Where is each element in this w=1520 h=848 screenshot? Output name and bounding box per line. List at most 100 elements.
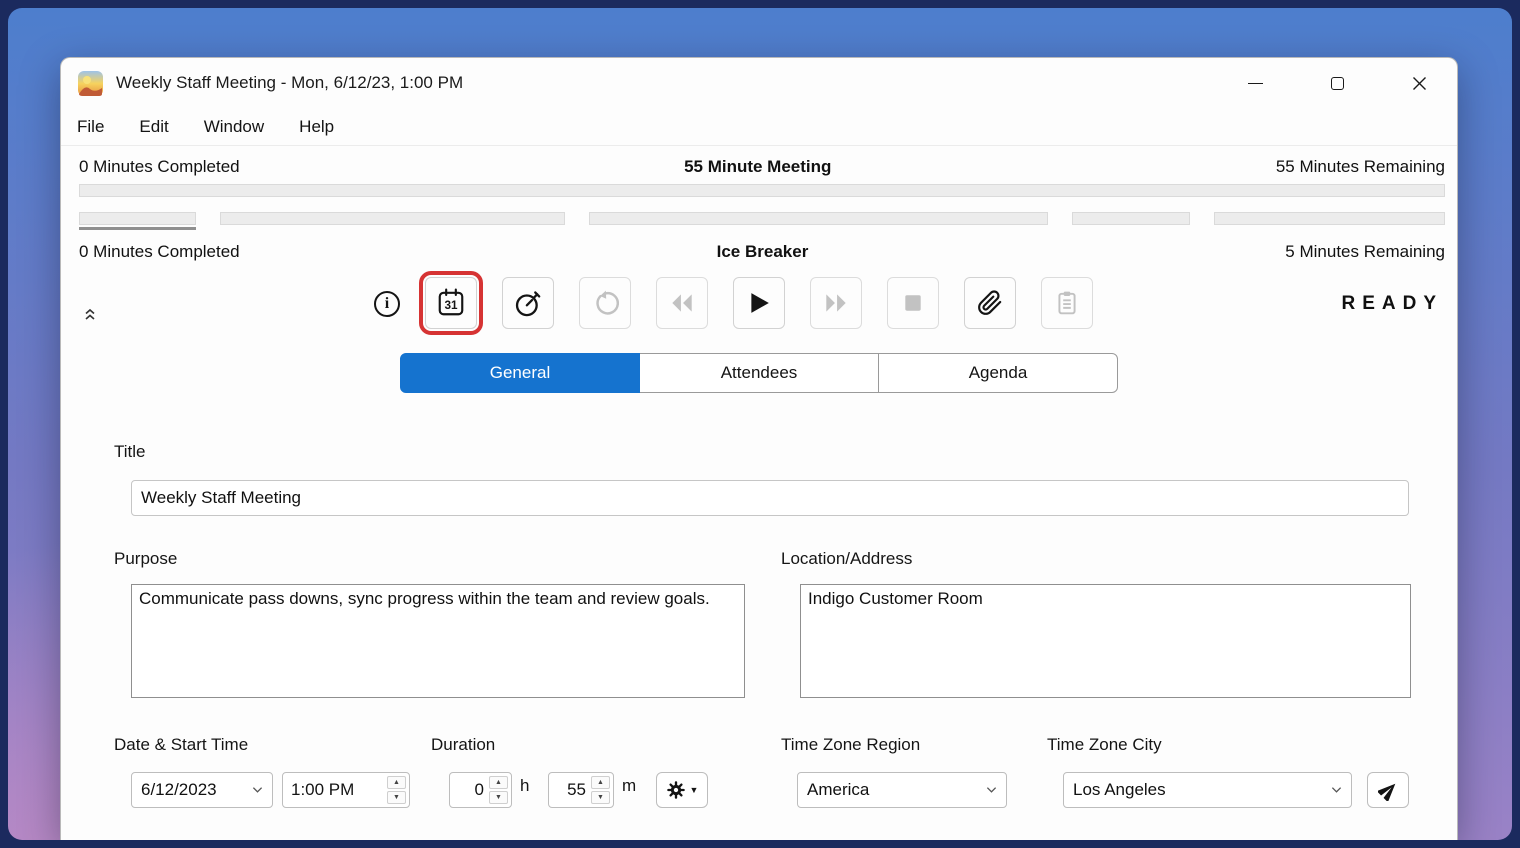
close-icon xyxy=(1411,75,1428,92)
paperclip-icon xyxy=(977,290,1003,316)
status-badge: READY xyxy=(1341,293,1443,315)
play-button[interactable] xyxy=(733,277,785,329)
meeting-title-label: 55 Minute Meeting xyxy=(240,156,1276,178)
minutes-up-button[interactable]: ▲ xyxy=(591,776,610,789)
duration-settings-button[interactable]: ▼ xyxy=(656,772,708,808)
minutes-down-button[interactable]: ▼ xyxy=(591,791,610,804)
section-remaining-label: 5 Minutes Remaining xyxy=(1285,241,1445,263)
reset-button[interactable] xyxy=(579,277,631,329)
duration-minutes-spinner[interactable]: ▲ ▼ xyxy=(548,772,614,808)
caret-down-icon: ▼ xyxy=(690,785,699,795)
tz-city-select[interactable]: Los Angeles xyxy=(1063,772,1352,808)
rewind-button[interactable] xyxy=(656,277,708,329)
general-form: Title Purpose Communicate pass downs, sy… xyxy=(61,394,1457,840)
chevron-down-icon xyxy=(252,786,263,794)
hours-unit-label: h xyxy=(520,776,529,796)
window-title: Weekly Staff Meeting - Mon, 6/12/23, 1:0… xyxy=(116,73,463,93)
info-button[interactable]: i xyxy=(374,291,400,317)
duration-minutes-input[interactable] xyxy=(549,773,589,807)
info-icon: i xyxy=(385,295,389,313)
progress-segment xyxy=(1072,212,1190,225)
rewind-icon xyxy=(668,292,696,314)
maximize-icon xyxy=(1331,77,1344,90)
purpose-textarea[interactable]: Communicate pass downs, sync progress wi… xyxy=(131,584,745,698)
duration-hours-input[interactable] xyxy=(450,773,487,807)
menu-file[interactable]: File xyxy=(73,115,108,139)
date-select[interactable]: 6/12/2023 xyxy=(131,772,273,808)
maximize-button[interactable] xyxy=(1315,66,1359,100)
overall-progress-labels: 0 Minutes Completed 55 Minute Meeting 55… xyxy=(79,156,1445,178)
date-value: 6/12/2023 xyxy=(141,780,252,800)
time-spinner[interactable]: 1:00 PM ▲ ▼ xyxy=(282,772,410,808)
stopwatch-icon xyxy=(513,288,543,318)
time-value: 1:00 PM xyxy=(283,773,385,807)
tz-region-value: America xyxy=(807,780,986,800)
caret-up-icon: ▲ xyxy=(495,779,502,786)
duration-hours-spinner[interactable]: ▲ ▼ xyxy=(449,772,512,808)
progress-area: 0 Minutes Completed 55 Minute Meeting 55… xyxy=(61,146,1457,263)
time-up-button[interactable]: ▲ xyxy=(387,776,406,789)
tab-general[interactable]: General xyxy=(400,353,640,393)
section-completed-label: 0 Minutes Completed xyxy=(79,241,240,263)
hours-down-button[interactable]: ▼ xyxy=(489,791,508,804)
location-label: Location/Address xyxy=(781,549,912,569)
app-icon xyxy=(77,70,104,97)
caret-down-icon: ▼ xyxy=(597,794,604,801)
minimize-icon xyxy=(1248,83,1263,84)
caret-up-icon: ▲ xyxy=(393,779,400,786)
overall-progress-bar xyxy=(79,184,1445,197)
progress-segment xyxy=(1214,212,1445,225)
overall-completed-label: 0 Minutes Completed xyxy=(79,156,240,178)
tz-region-label: Time Zone Region xyxy=(781,735,920,755)
purpose-label: Purpose xyxy=(114,549,177,569)
close-button[interactable] xyxy=(1397,66,1441,100)
desktop-background: Weekly Staff Meeting - Mon, 6/12/23, 1:0… xyxy=(8,8,1512,840)
notes-button[interactable] xyxy=(1041,277,1093,329)
fast-forward-button[interactable] xyxy=(810,277,862,329)
send-icon xyxy=(1378,780,1399,801)
locate-timezone-button[interactable] xyxy=(1367,772,1409,808)
title-label: Title xyxy=(114,442,146,462)
toolbar-buttons: 31 xyxy=(61,277,1457,329)
caret-down-icon: ▼ xyxy=(495,794,502,801)
minimize-button[interactable] xyxy=(1233,66,1277,100)
title-input[interactable] xyxy=(131,480,1409,516)
toolbar: i 31 xyxy=(61,277,1457,333)
section-title-label: Ice Breaker xyxy=(240,241,1286,263)
clipboard-icon xyxy=(1054,290,1080,316)
section-progress-labels: 0 Minutes Completed Ice Breaker 5 Minute… xyxy=(79,241,1445,263)
datetime-label: Date & Start Time xyxy=(114,735,248,755)
hours-spin-buttons: ▲ ▼ xyxy=(487,773,511,807)
menu-edit[interactable]: Edit xyxy=(135,115,172,139)
time-down-button[interactable]: ▼ xyxy=(387,791,406,804)
tz-region-select[interactable]: America xyxy=(797,772,1007,808)
overall-remaining-label: 55 Minutes Remaining xyxy=(1276,156,1445,178)
reset-icon xyxy=(592,290,619,317)
caret-down-icon: ▼ xyxy=(393,794,400,801)
app-window: Weekly Staff Meeting - Mon, 6/12/23, 1:0… xyxy=(60,57,1458,840)
menu-help[interactable]: Help xyxy=(295,115,338,139)
tab-attendees[interactable]: Attendees xyxy=(639,353,879,393)
tab-agenda[interactable]: Agenda xyxy=(878,353,1118,393)
chevron-down-icon xyxy=(1331,786,1342,794)
play-icon xyxy=(747,291,771,315)
attachment-button[interactable] xyxy=(964,277,1016,329)
menu-window[interactable]: Window xyxy=(200,115,268,139)
tz-city-value: Los Angeles xyxy=(1073,780,1331,800)
svg-text:31: 31 xyxy=(444,299,458,312)
minutes-unit-label: m xyxy=(622,776,636,796)
calendar-button[interactable]: 31 xyxy=(425,277,477,329)
minutes-spin-buttons: ▲ ▼ xyxy=(589,773,613,807)
timer-button[interactable] xyxy=(502,277,554,329)
location-textarea[interactable]: Indigo Customer Room xyxy=(800,584,1411,698)
tz-city-label: Time Zone City xyxy=(1047,735,1162,755)
double-chevron-up-icon xyxy=(83,307,97,322)
stop-button[interactable] xyxy=(887,277,939,329)
fast-forward-icon xyxy=(822,292,850,314)
stop-icon xyxy=(902,292,924,314)
progress-segment xyxy=(79,212,196,225)
caret-up-icon: ▲ xyxy=(597,779,604,786)
progress-segment xyxy=(589,212,1048,225)
collapse-toggle[interactable] xyxy=(83,307,97,322)
hours-up-button[interactable]: ▲ xyxy=(489,776,508,789)
